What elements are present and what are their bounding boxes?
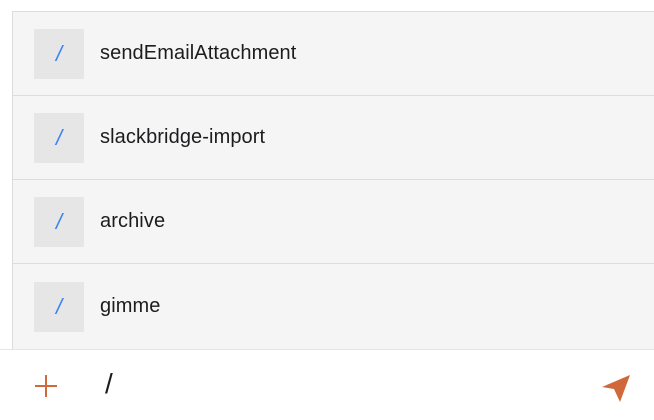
chat-composer-screen: / sendEmailAttachment / slackbridge-impo… bbox=[0, 0, 654, 420]
slash-icon: / bbox=[34, 281, 84, 332]
slash-icon: / bbox=[34, 28, 84, 79]
send-icon bbox=[602, 375, 630, 402]
message-input[interactable] bbox=[105, 364, 565, 404]
slash-command-item[interactable]: / slackbridge-import bbox=[13, 96, 654, 180]
slash-command-suggestions: / sendEmailAttachment / slackbridge-impo… bbox=[12, 11, 654, 349]
send-button[interactable] bbox=[598, 372, 634, 404]
slash-command-label: sendEmailAttachment bbox=[100, 42, 297, 64]
slash-glyph: / bbox=[55, 124, 63, 150]
slash-command-label: gimme bbox=[100, 295, 161, 317]
slash-command-item[interactable]: / gimme bbox=[13, 264, 654, 349]
slash-command-item[interactable]: / sendEmailAttachment bbox=[13, 12, 654, 96]
slash-command-label: slackbridge-import bbox=[100, 126, 266, 148]
slash-icon: / bbox=[34, 112, 84, 163]
attach-button[interactable] bbox=[30, 371, 62, 403]
slash-glyph: / bbox=[55, 40, 63, 66]
message-composer bbox=[0, 349, 654, 420]
slash-command-item[interactable]: / archive bbox=[13, 180, 654, 264]
slash-icon: / bbox=[34, 196, 84, 247]
slash-command-label: archive bbox=[100, 210, 166, 232]
slash-glyph: / bbox=[55, 293, 63, 319]
slash-glyph: / bbox=[55, 208, 63, 234]
